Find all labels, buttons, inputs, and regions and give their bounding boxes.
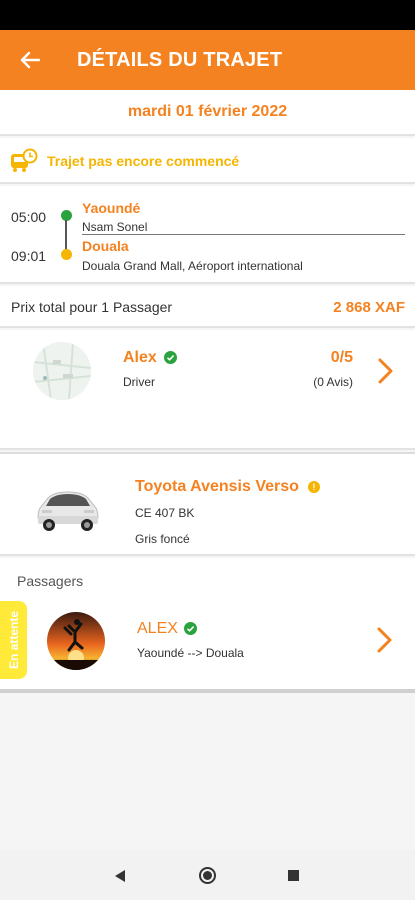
page-title: DÉTAILS DU TRAJET <box>77 48 283 71</box>
departure-city: Yaoundé <box>82 200 141 216</box>
nav-back-icon[interactable] <box>114 869 126 883</box>
car-plate: CE 407 BK <box>135 506 195 520</box>
trip-status: Trajet pas encore commencé <box>47 153 240 169</box>
departure-address: Nsam Sonel <box>82 220 148 234</box>
waiting-status-label: En attente <box>6 610 21 670</box>
price-row: Prix total pour 1 Passager 2 868 XAF <box>0 286 415 328</box>
car-color: Gris foncé <box>135 532 190 546</box>
trip-date-row: mardi 01 février 2022 <box>0 90 415 136</box>
driver-role: Driver <box>123 375 155 389</box>
avatar[interactable] <box>47 612 105 670</box>
price-label: Prix total pour 1 Passager <box>11 299 173 315</box>
chevron-right-icon[interactable] <box>376 356 396 386</box>
passengers-title: Passagers <box>17 573 84 589</box>
back-button[interactable] <box>0 30 60 90</box>
chevron-right-icon[interactable] <box>375 625 395 655</box>
price-value: 2 868 XAF <box>333 299 405 316</box>
nav-home-icon[interactable] <box>199 867 216 884</box>
arrival-city: Douala <box>82 238 129 254</box>
driver-reviews: (0 Avis) <box>313 375 353 389</box>
verified-icon <box>164 351 177 364</box>
route-box: 05:00 09:01 Yaoundé Nsam Sonel Douala Do… <box>0 186 415 284</box>
status-bar <box>0 0 415 30</box>
back-arrow-icon <box>20 51 40 69</box>
nav-recent-icon[interactable] <box>288 870 299 881</box>
arrival-address: Douala Grand Mall, Aéroport internationa… <box>82 259 303 273</box>
route-divider <box>82 234 405 235</box>
waiting-status-tag: En attente <box>0 601 27 679</box>
car-card: Toyota Avensis Verso ! CE 407 BK Gris fo… <box>0 452 415 556</box>
trip-date: mardi 01 février 2022 <box>127 103 288 120</box>
passenger-route: Yaoundé --> Douala <box>137 646 244 660</box>
arrival-dot <box>61 249 72 260</box>
passengers-card: Passagers En attente ALEX Yaoundé --> Do… <box>0 558 415 693</box>
driver-name: Alex <box>123 349 157 366</box>
system-nav-bar <box>0 850 415 900</box>
driver-rating: 0/5 <box>330 349 353 366</box>
car-model: Toyota Avensis Verso <box>135 478 299 495</box>
driver-card[interactable]: Alex Driver 0/5 (0 Avis) <box>0 330 415 450</box>
driver-map-thumbnail <box>33 342 91 400</box>
info-icon: ! <box>308 481 320 493</box>
departure-time: 05:00 <box>11 209 47 225</box>
bus-clock-icon <box>11 148 38 172</box>
verified-icon <box>184 622 197 635</box>
app-bar: DÉTAILS DU TRAJET <box>0 30 415 90</box>
car-image <box>37 491 99 531</box>
arrival-time: 09:01 <box>11 248 47 264</box>
trip-status-row: Trajet pas encore commencé <box>0 138 415 184</box>
passenger-name: ALEX <box>137 620 178 637</box>
route-line <box>65 220 67 252</box>
